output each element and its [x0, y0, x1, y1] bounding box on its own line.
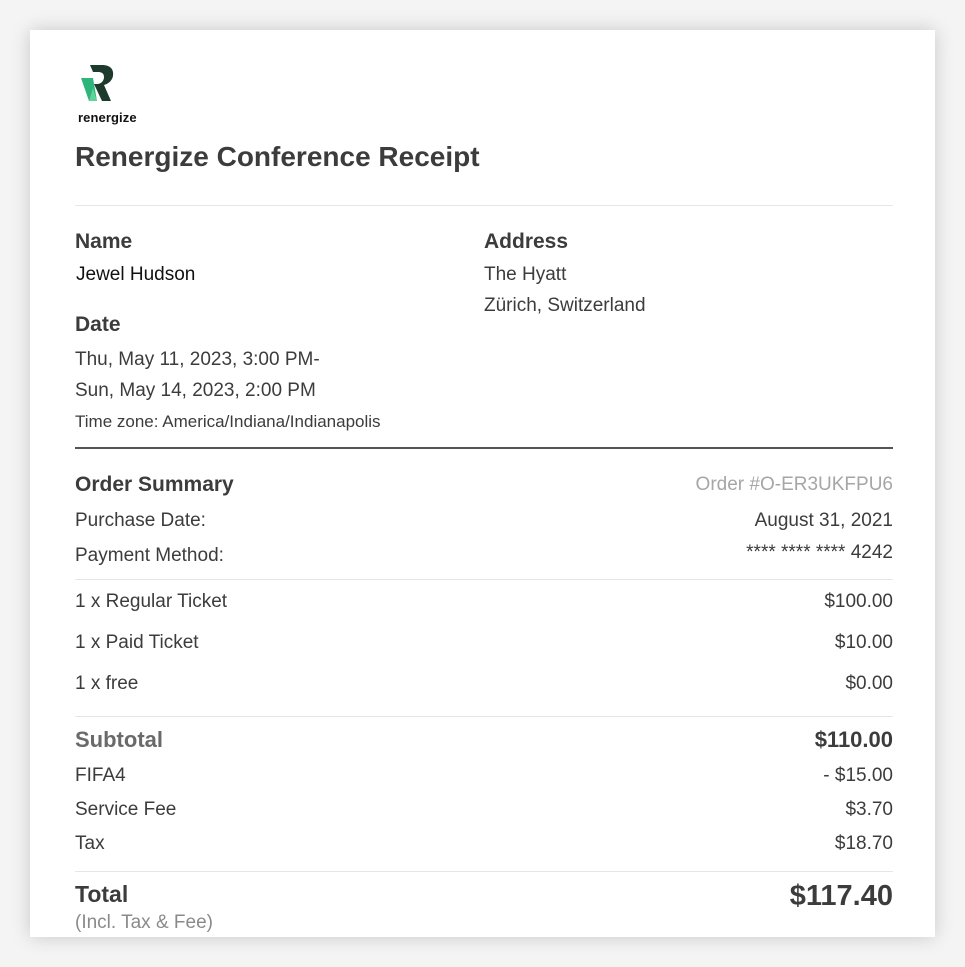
line-item-label: 1 x Paid Ticket — [75, 632, 199, 653]
logo-mark-svg — [81, 65, 114, 101]
total-value: $117.40 — [789, 880, 893, 912]
purchase-date-value: August 31, 2021 — [754, 510, 893, 531]
renergize-r-logo-icon: renergize — [78, 64, 153, 126]
payment-method-label: Payment Method: — [75, 545, 224, 566]
order-summary-label: Order Summary — [75, 473, 234, 496]
line-item-amount: $100.00 — [824, 591, 893, 612]
discount-value: - $15.00 — [823, 765, 893, 786]
order-number: Order #O-ER3UKFPU6 — [695, 474, 893, 495]
purchase-date-label: Purchase Date: — [75, 510, 206, 531]
tax-value: $18.70 — [834, 833, 893, 854]
payment-method-value: **** **** **** 4242 — [746, 542, 893, 563]
divider-total — [75, 871, 893, 872]
subtotal-value: $110.00 — [814, 727, 893, 752]
date-label: Date — [75, 313, 121, 336]
date-line-1: Thu, May 11, 2023, 3:00 PM- — [75, 349, 320, 370]
total-note: (Incl. Tax & Fee) — [75, 912, 213, 933]
name-value: Jewel Hudson — [76, 264, 196, 285]
total-label: Total — [75, 881, 129, 907]
date-line-2: Sun, May 14, 2023, 2:00 PM — [75, 380, 316, 401]
divider-top — [75, 205, 893, 206]
address-label: Address — [484, 230, 569, 253]
line-item-label: 1 x free — [75, 673, 139, 694]
service-fee-label: Service Fee — [75, 799, 177, 820]
service-fee-value: $3.70 — [845, 799, 893, 820]
address-line-2: Zürich, Switzerland — [484, 295, 646, 316]
divider-items-top — [75, 579, 893, 580]
page-title: Renergize Conference Receipt — [75, 141, 480, 172]
receipt-card: renergize Renergize Conference Receipt N… — [30, 30, 935, 937]
timezone-text: Time zone: America/Indiana/Indianapolis — [75, 412, 381, 431]
subtotal-label: Subtotal — [75, 727, 163, 752]
discount-code-label: FIFA4 — [75, 765, 126, 786]
line-item-label: 1 x Regular Ticket — [75, 591, 228, 612]
line-item-amount: $0.00 — [845, 673, 893, 694]
name-label: Name — [75, 230, 133, 253]
divider-items-bottom — [75, 716, 893, 717]
line-item-amount: $10.00 — [834, 632, 893, 653]
logo-wordmark: renergize — [78, 110, 137, 125]
tax-label: Tax — [75, 833, 105, 854]
address-line-1: The Hyatt — [484, 264, 567, 285]
divider-dark — [75, 447, 893, 449]
